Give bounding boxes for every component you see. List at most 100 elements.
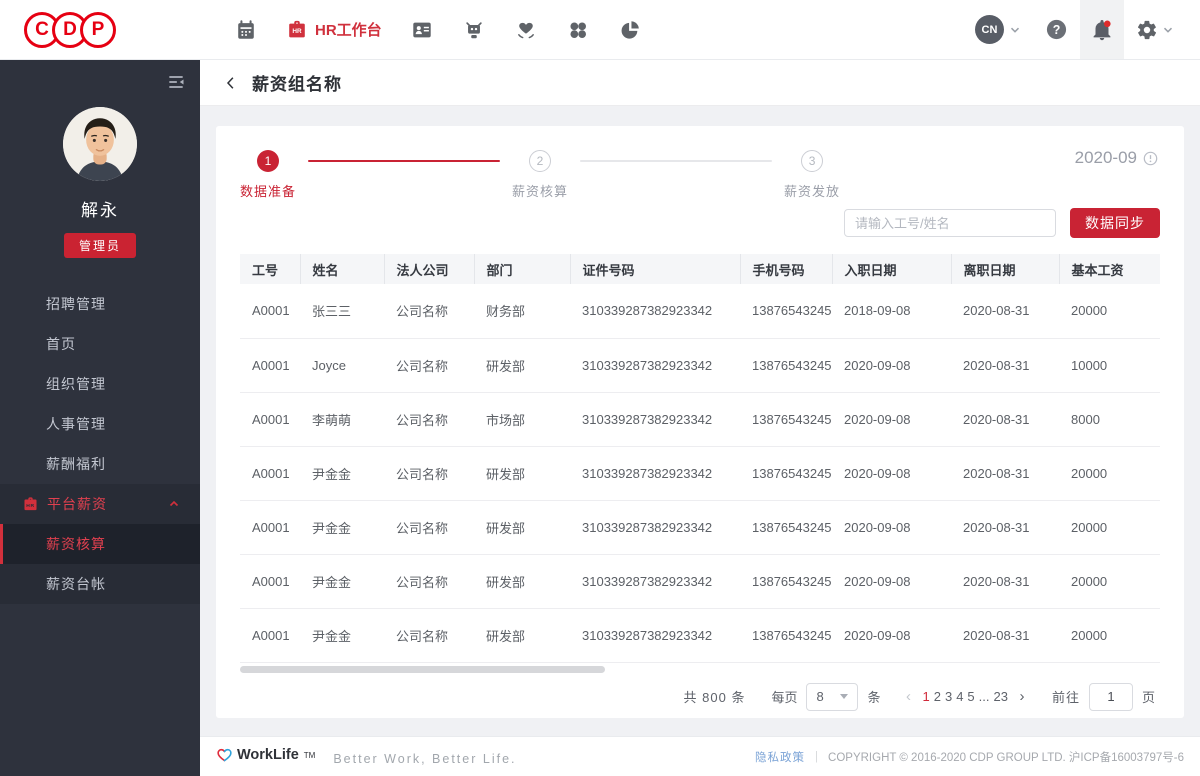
column-header: 证件号码 <box>570 254 741 284</box>
sidebar-group-label: 平台薪资 <box>47 496 107 512</box>
sidebar-item-compensation[interactable]: 薪酬福利 <box>0 444 200 484</box>
table-cell: A0001 <box>240 608 300 663</box>
table-cell: A0001 <box>240 392 300 447</box>
sidebar: 解永 管理员 招聘管理 首页 组织管理 人事管理 薪酬福利 HR 平台薪资 薪资… <box>0 60 200 776</box>
table-cell: 2020-08-31 <box>951 392 1059 447</box>
clover-grid-icon <box>570 21 586 38</box>
employee-table: 工号 姓名 法人公司 部门 证件号码 手机号码 入职日期 离职日期 基本工资 A… <box>240 254 1160 663</box>
table-cell: 2020-08-31 <box>951 338 1059 393</box>
page-number-button[interactable]: 3 <box>945 689 952 704</box>
data-sync-button[interactable]: 数据同步 <box>1070 208 1160 238</box>
column-header: 入职日期 <box>832 254 952 284</box>
sidebar-item-payroll-calculation[interactable]: 薪资核算 <box>0 524 200 564</box>
page-number-button[interactable]: 1 <box>922 689 929 704</box>
table-cell: 20000 <box>1059 500 1160 555</box>
goto-label: 前往 <box>1051 690 1080 705</box>
sidebar-item-payroll-ledger[interactable]: 薪资台帐 <box>0 564 200 604</box>
heart-hands-icon <box>517 22 534 38</box>
step-data-preparation: 1 数据准备 <box>240 150 296 200</box>
sidebar-group-platform-payroll: HR 平台薪资 薪资核算 薪资台帐 <box>0 484 200 604</box>
table-cell: 研发部 <box>474 446 570 501</box>
locale-switcher[interactable]: CN <box>963 0 1033 59</box>
apps-nav-button[interactable] <box>552 0 604 59</box>
trademark-symbol: TM <box>303 750 316 760</box>
privacy-policy-link[interactable]: 隐私政策 <box>755 749 805 765</box>
table-cell: 2020-08-31 <box>951 608 1059 663</box>
per-page-unit: 条 <box>867 690 881 705</box>
step-label: 薪资发放 <box>784 184 841 199</box>
column-header: 姓名 <box>300 254 385 284</box>
sidebar-item-platform-payroll[interactable]: HR 平台薪资 <box>0 484 200 524</box>
calendar-nav-button[interactable] <box>220 0 272 59</box>
info-icon[interactable] <box>1143 151 1158 166</box>
employee-card-nav-button[interactable] <box>396 0 448 59</box>
cdp-logo[interactable]: C D P <box>24 11 116 48</box>
goto-page-input[interactable] <box>1088 682 1133 711</box>
chevron-down-icon <box>1163 27 1173 33</box>
table-cell: 13876543245 <box>740 284 832 339</box>
sidebar-item-recruiting[interactable]: 招聘管理 <box>0 284 200 324</box>
table-cell: 310339287382923342 <box>570 500 740 555</box>
page-numbers: 1 2 3 4 5... 23 <box>920 689 1009 704</box>
table-cell: 公司名称 <box>384 608 474 663</box>
step-number: 2 <box>529 150 552 172</box>
bell-icon <box>1093 19 1111 40</box>
locale-badge: CN <box>975 15 1004 44</box>
worklife-logo: WorkLife TM <box>216 747 315 763</box>
table-cell: 20000 <box>1059 608 1160 663</box>
back-button[interactable] <box>218 70 244 96</box>
content-area: 2020-09 1 数据准备 2 薪资核算 3 薪资发放 请输入工号/姓名 数据… <box>200 106 1200 736</box>
table-row: A0001 李萌萌 公司名称 市场部 310339287382923342 1387654… <box>240 392 1160 447</box>
page-number-button[interactable]: 5 <box>967 689 974 704</box>
page-number-button[interactable]: 23 <box>994 689 1008 704</box>
sidebar-item-personnel[interactable]: 人事管理 <box>0 404 200 444</box>
sidebar-item-home[interactable]: 首页 <box>0 324 200 364</box>
logo-letter: P <box>80 11 116 48</box>
care-nav-button[interactable] <box>500 0 552 59</box>
sidebar-collapse-button[interactable] <box>166 72 186 97</box>
next-page-button[interactable]: › <box>1010 688 1034 705</box>
table-cell: 20000 <box>1059 446 1160 501</box>
app-root: C D P HR HR工作台 CN ? 解永 管理员 招聘管理 首页 组织管理 … <box>0 0 1200 776</box>
horizontal-scrollbar <box>240 665 1160 674</box>
tab-hr-workbench[interactable]: HR HR工作台 <box>272 0 396 59</box>
main-area: 薪资组名称 2020-09 1 数据准备 2 薪资核算 3 薪资发放 请输入工号… <box>200 60 1200 776</box>
table-cell: 李萌萌 <box>300 392 384 447</box>
table-cell: 13876543245 <box>740 392 832 447</box>
svg-text:?: ? <box>1053 23 1061 37</box>
settings-menu[interactable] <box>1124 0 1186 59</box>
topnav-apps: HR HR工作台 <box>220 0 656 59</box>
table-cell: 公司名称 <box>384 392 474 447</box>
search-input[interactable] <box>844 209 1056 237</box>
robot-assistant-nav-button[interactable] <box>448 0 500 59</box>
chevron-left-icon <box>226 76 234 89</box>
table-cell: 13876543245 <box>740 554 832 609</box>
help-icon: ? <box>1046 19 1067 40</box>
page-number-button[interactable]: 4 <box>956 689 963 704</box>
reports-nav-button[interactable] <box>604 0 656 59</box>
svg-text:HR: HR <box>26 502 35 508</box>
table-cell: 张三三 <box>300 284 384 339</box>
worklife-heart-icon <box>217 748 232 762</box>
table-cell: 2020-09-08 <box>832 338 951 393</box>
sidebar-item-organization[interactable]: 组织管理 <box>0 364 200 404</box>
stepper: 1 数据准备 2 薪资核算 3 薪资发放 <box>240 150 1160 200</box>
table-cell: A0001 <box>240 446 300 501</box>
scrollbar-thumb[interactable] <box>240 665 605 673</box>
table-cell: 2020-08-31 <box>951 554 1059 609</box>
footer-separator: | <box>815 750 819 763</box>
chevron-down-icon <box>1010 27 1020 33</box>
column-header: 工号 <box>240 254 301 284</box>
period-picker[interactable]: 2020-09 <box>1075 148 1158 168</box>
notifications-button[interactable] <box>1080 0 1124 59</box>
period-value: 2020-09 <box>1074 148 1137 167</box>
prev-page-button[interactable]: ‹ <box>896 688 920 705</box>
column-header: 离职日期 <box>951 254 1060 284</box>
sidebar-menu: 招聘管理 首页 组织管理 人事管理 薪酬福利 HR 平台薪资 薪资核算 薪资台帐 <box>0 284 200 604</box>
per-page-select[interactable]: 8 <box>806 682 859 711</box>
table-cell: 2020-09-08 <box>832 392 951 447</box>
step-connector <box>308 160 501 162</box>
help-button[interactable]: ? <box>1033 0 1080 59</box>
page-number-button[interactable]: 2 <box>934 689 941 704</box>
table-cell: 2020-09-08 <box>832 608 951 663</box>
